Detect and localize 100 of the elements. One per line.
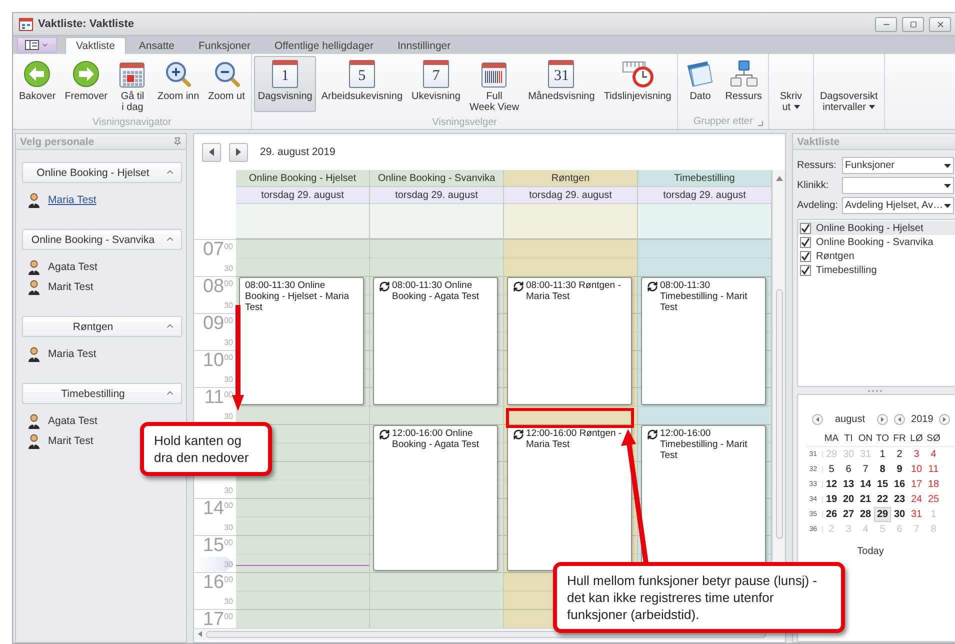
maximize-button[interactable]	[902, 16, 924, 32]
hour-label: 15	[202, 536, 224, 556]
checkbox[interactable]	[800, 236, 811, 248]
resource-row[interactable]: Online Booking - Hjelset	[798, 221, 955, 235]
ribbon-tab[interactable]: Innstillinger	[386, 37, 462, 54]
ribbon-button[interactable]: Zoom inn	[153, 56, 204, 112]
calendar-day[interactable]: 26	[823, 507, 840, 522]
today-button[interactable]: Today	[851, 545, 890, 558]
ribbon-button[interactable]: Dato	[680, 56, 720, 112]
weekday-label: FR	[892, 432, 907, 446]
shift-event[interactable]: 08:00-11:30 Online Booking - Hjelset - Maria Test	[239, 277, 364, 404]
ribbon-tab[interactable]: Offentlige helligdager	[263, 37, 385, 54]
ribbon-button[interactable]: 5 Arbeidsukevisning	[317, 56, 407, 112]
calendar-day[interactable]: 18	[925, 477, 942, 492]
calendar-day[interactable]: 12	[823, 477, 840, 492]
group-header[interactable]: Online Booking - Hjelset	[22, 162, 182, 183]
calendar-icon	[19, 18, 33, 30]
group-header[interactable]: Timebestilling	[22, 383, 182, 404]
dropdown-field[interactable]	[842, 177, 954, 194]
application-menu-button[interactable]	[17, 37, 57, 53]
ribbon-button[interactable]: Full Week View	[465, 56, 524, 116]
ribbon-button[interactable]: 1 Dagsvisning	[254, 56, 316, 112]
ribbon-button[interactable]: Zoom ut	[204, 56, 249, 112]
recurrence-icon	[379, 281, 390, 292]
dropdown-field[interactable]: Avdeling Hjelset, Av…	[842, 197, 954, 214]
resource-row[interactable]: Timebestilling	[798, 263, 955, 277]
calendar-day[interactable]: 17	[908, 477, 925, 492]
calendar-day[interactable]: 8	[874, 462, 891, 477]
calendar-day[interactable]: 27	[840, 507, 857, 522]
ribbon-button[interactable]: Skriv ut	[770, 56, 811, 116]
calendar-day[interactable]: 30	[891, 507, 908, 522]
next-day-button[interactable]	[229, 142, 248, 162]
ribbon-button[interactable]: Gå til i dag	[112, 56, 152, 116]
staff-name[interactable]: Maria Test	[48, 194, 96, 206]
resource-row[interactable]: Røntgen	[798, 249, 955, 263]
calendar-day[interactable]: 11	[925, 462, 942, 477]
shift-event[interactable]: 08:00-11:30 Røntgen - Maria Test	[507, 277, 632, 404]
staff-name[interactable]: Agata Test	[48, 261, 98, 273]
calendar-day[interactable]: 5	[823, 462, 840, 477]
minimize-button[interactable]	[875, 16, 897, 32]
calendar-day[interactable]: 1	[874, 447, 891, 462]
calendar-day[interactable]: 2	[891, 447, 908, 462]
ribbon-button[interactable]: Dagsoversikt intervaller	[816, 56, 882, 116]
pin-icon[interactable]	[173, 137, 182, 146]
calendar-day[interactable]: 25	[925, 492, 942, 507]
shift-event[interactable]: 12:00-16:00 Røntgen - Maria Test	[507, 425, 632, 571]
calendar-day[interactable]: 4	[925, 447, 942, 462]
staff-name[interactable]: Maria Test	[48, 348, 96, 360]
minute-label: 00	[224, 242, 233, 251]
calendar-day[interactable]: 16	[891, 477, 908, 492]
shift-event[interactable]: 12:00-16:00 Online Booking - Agata Test	[373, 425, 498, 571]
ribbon-button[interactable]: 31 Månedsvisning	[524, 56, 599, 112]
calendar-day[interactable]: 13	[840, 477, 857, 492]
calendar-day[interactable]: 19	[823, 492, 840, 507]
dropdown-field[interactable]: Funksjoner	[842, 157, 954, 174]
ribbon-button[interactable]: 7 Ukevisning	[408, 56, 464, 112]
previous-year-button[interactable]	[894, 414, 906, 424]
ribbon-button[interactable]: Bakover	[15, 56, 60, 112]
calendar-day[interactable]: 10	[908, 462, 925, 477]
next-year-button[interactable]	[939, 414, 950, 424]
staff-name[interactable]: Marit Test	[48, 435, 94, 447]
staff-name[interactable]: Marit Test	[48, 281, 94, 293]
close-button[interactable]	[929, 16, 951, 32]
calendar-icon: 7	[422, 60, 449, 88]
calendar-day[interactable]: 23	[891, 492, 908, 507]
calendar-day[interactable]: 28	[857, 507, 874, 522]
ribbon-tab[interactable]: Ansatte	[128, 37, 186, 54]
calendar-day[interactable]: 9	[891, 462, 908, 477]
calendar-day[interactable]: 22	[874, 492, 891, 507]
checkbox[interactable]	[800, 250, 811, 262]
calendar-day[interactable]: 21	[857, 492, 874, 507]
next-month-button[interactable]	[877, 414, 888, 424]
calendar-day[interactable]: 20	[840, 492, 857, 507]
previous-month-button[interactable]	[812, 414, 823, 424]
ribbon-button[interactable]: Tidslinjevisning	[600, 56, 676, 112]
calendar-day[interactable]: 29	[874, 507, 891, 522]
calendar-day[interactable]: 31	[908, 507, 925, 522]
calendar-day[interactable]: 6	[840, 462, 857, 477]
ribbon-tab[interactable]: Vaktliste	[65, 37, 126, 54]
event-text: 08:00-11:30 Online Booking - Hjelset - Maria Test	[245, 280, 350, 313]
group-header[interactable]: Røntgen	[22, 316, 182, 337]
dialog-launcher-icon[interactable]	[758, 121, 763, 126]
scroll-up-icon[interactable]	[776, 176, 782, 181]
ribbon-tab[interactable]: Funksjoner	[188, 37, 262, 54]
ribbon-button[interactable]: Ressurs	[721, 56, 766, 112]
scroll-left-icon[interactable]	[198, 631, 202, 637]
resource-row[interactable]: Online Booking - Svanvika	[798, 235, 955, 249]
checkbox[interactable]	[800, 264, 811, 276]
calendar-day[interactable]: 24	[908, 492, 925, 507]
calendar-day[interactable]: 15	[874, 477, 891, 492]
staff-name[interactable]: Agata Test	[48, 415, 98, 427]
previous-day-button[interactable]	[202, 142, 221, 162]
shift-event[interactable]: 08:00-11:30 Timebestilling - Marit Test	[641, 277, 766, 404]
ribbon-button[interactable]: Fremover	[60, 56, 112, 112]
group-header[interactable]: Online Booking - Svanvika	[22, 229, 182, 250]
calendar-day[interactable]: 7	[857, 462, 874, 477]
checkbox[interactable]	[800, 222, 811, 234]
shift-event[interactable]: 08:00-11:30 Online Booking - Agata Test	[373, 277, 498, 404]
calendar-day[interactable]: 3	[908, 447, 925, 462]
calendar-day[interactable]: 14	[857, 477, 874, 492]
